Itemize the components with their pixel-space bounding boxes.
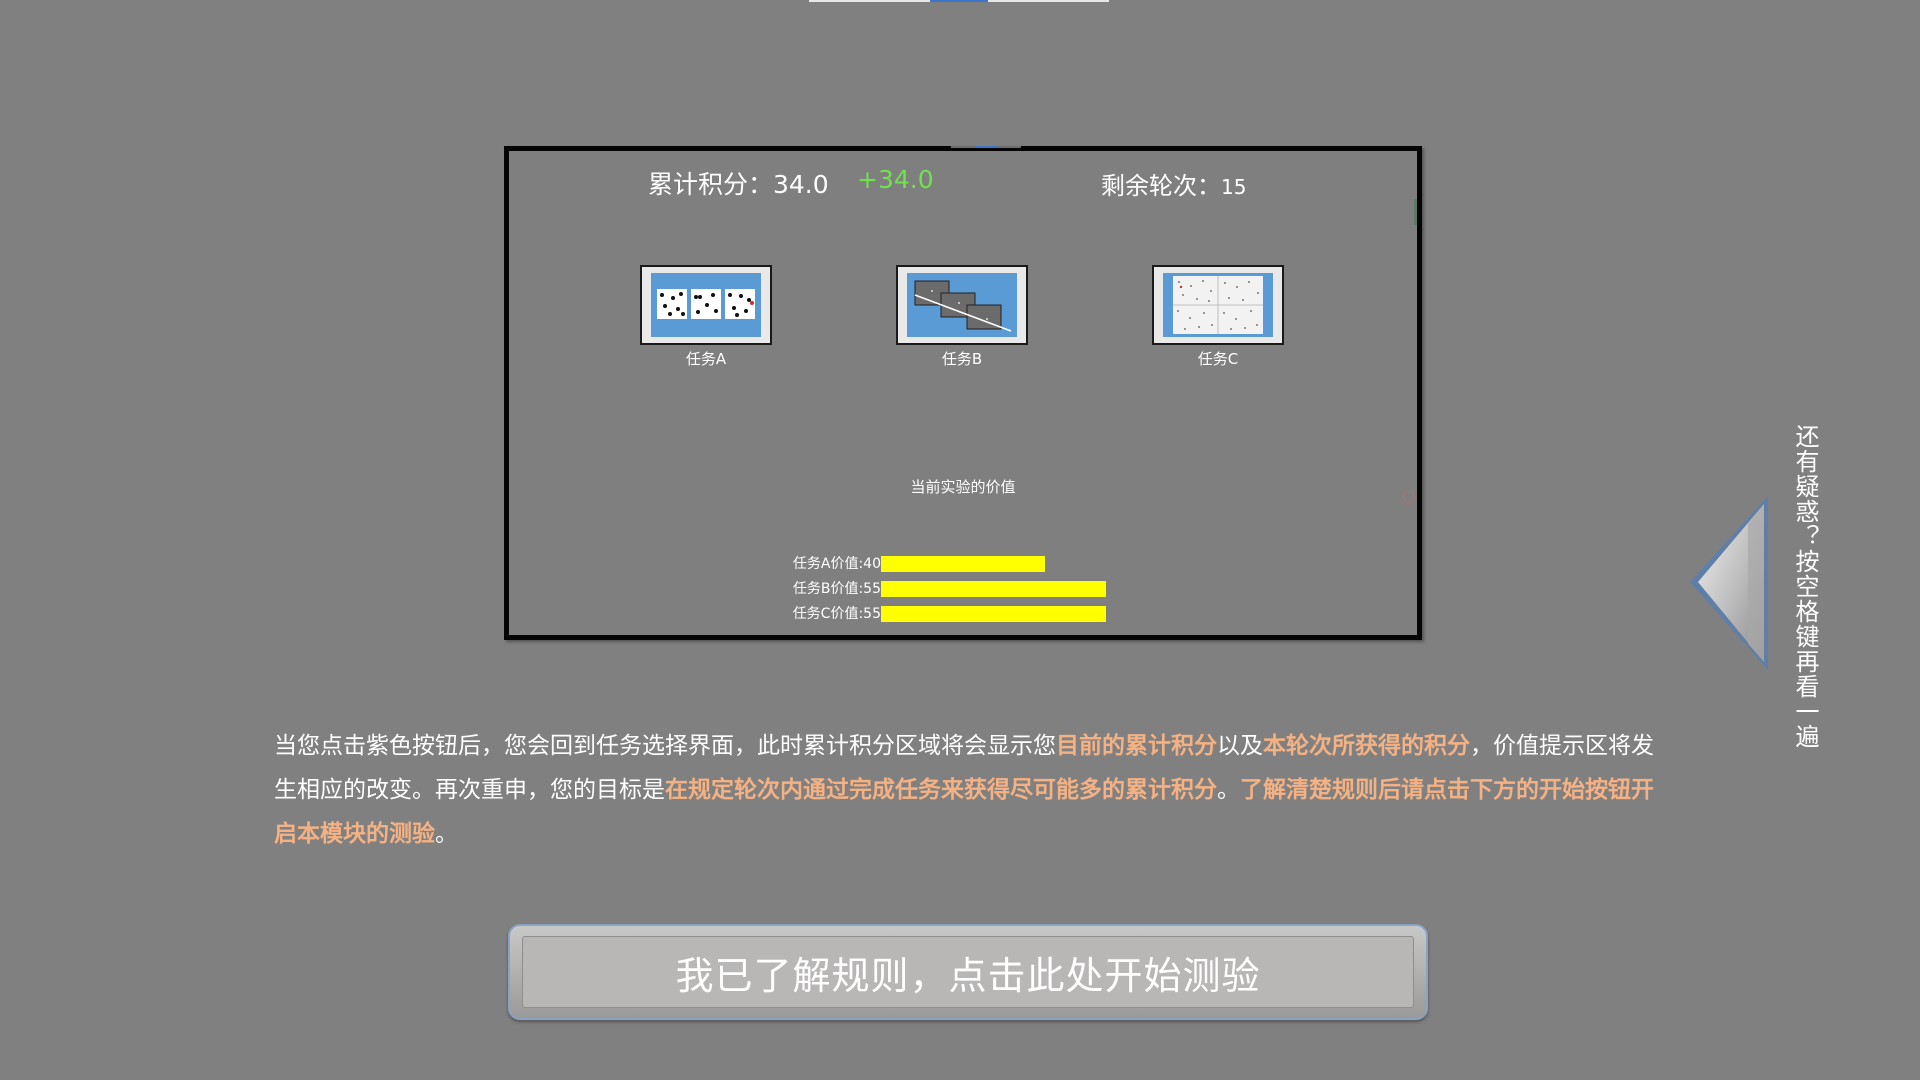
dot-cards-icon xyxy=(651,273,761,337)
number-grid-icon xyxy=(1163,273,1273,337)
number-grid-thumbnail xyxy=(1152,265,1284,345)
task-c-card: 任务C xyxy=(1152,265,1284,369)
value-bar-b xyxy=(881,581,1106,597)
value-label-a: 任务A价值:40 xyxy=(792,556,881,572)
instruction-text-2: 以及 xyxy=(1217,733,1263,759)
cumulative-score: 累计积分：34.0 xyxy=(648,170,829,199)
demo-progress-indicator xyxy=(951,146,1021,151)
value-label-b: 任务B价值:55 xyxy=(792,581,881,597)
remaining-rounds: 剩余轮次：15 xyxy=(1101,166,1246,201)
dot-cards-thumbnail xyxy=(640,265,772,345)
remaining-rounds-label: 剩余轮次： xyxy=(1101,172,1221,200)
progress-indicator xyxy=(809,0,1109,2)
start-test-button[interactable]: 我已了解规则，点击此处开始测验 xyxy=(508,924,1428,1020)
score-delta: +34.0 xyxy=(857,165,934,194)
value-bar-c xyxy=(881,606,1106,622)
edge-marker xyxy=(1414,199,1417,225)
start-test-button-label[interactable]: 我已了解规则，点击此处开始测验 xyxy=(522,936,1414,1008)
highlight-current-score: 目前的累计积分 xyxy=(1056,733,1217,759)
instruction-text-5: 。 xyxy=(435,821,458,847)
instruction-text-4: 。 xyxy=(1217,777,1240,803)
instruction-page: 累计积分：34.0 +34.0 剩余轮次：15 任务A 任务B 任务C 当前实验… xyxy=(0,0,1920,1080)
progress-indicator-current xyxy=(930,0,988,2)
task-c-label: 任务C xyxy=(1197,350,1239,368)
demo-screen: 累计积分：34.0 +34.0 剩余轮次：15 任务A 任务B 任务C 当前实验… xyxy=(504,146,1422,640)
remaining-rounds-value: 15 xyxy=(1221,175,1247,199)
stacked-cards-thumbnail xyxy=(896,265,1028,345)
instruction-text-1: 当您点击紫色按钮后，您会回到任务选择界面，此时累计积分区域将会显示您 xyxy=(274,733,1056,759)
task-a-card: 任务A xyxy=(640,265,772,369)
highlight-round-score: 本轮次所获得的积分 xyxy=(1263,733,1470,759)
task-a-label: 任务A xyxy=(685,350,727,368)
replay-hint[interactable]: 还有疑惑？按空格键再看一遍 xyxy=(1790,424,1820,749)
instruction-paragraph: 当您点击紫色按钮后，您会回到任务选择界面，此时累计积分区域将会显示您目前的累计积… xyxy=(274,724,1654,856)
task-b-card: 任务B xyxy=(896,265,1028,369)
left-arrow-icon[interactable] xyxy=(1688,494,1774,672)
value-bar-a xyxy=(881,556,1045,572)
highlight-goal: 在规定轮次内通过完成任务来获得尽可能多的累计积分 xyxy=(665,777,1217,803)
edge-dot xyxy=(1403,491,1415,503)
stacked-cards-icon xyxy=(907,273,1017,337)
task-b-label: 任务B xyxy=(941,350,983,368)
value-label-c: 任务C价值:55 xyxy=(792,606,881,622)
value-panel-title: 当前实验的价值 xyxy=(910,478,1016,496)
